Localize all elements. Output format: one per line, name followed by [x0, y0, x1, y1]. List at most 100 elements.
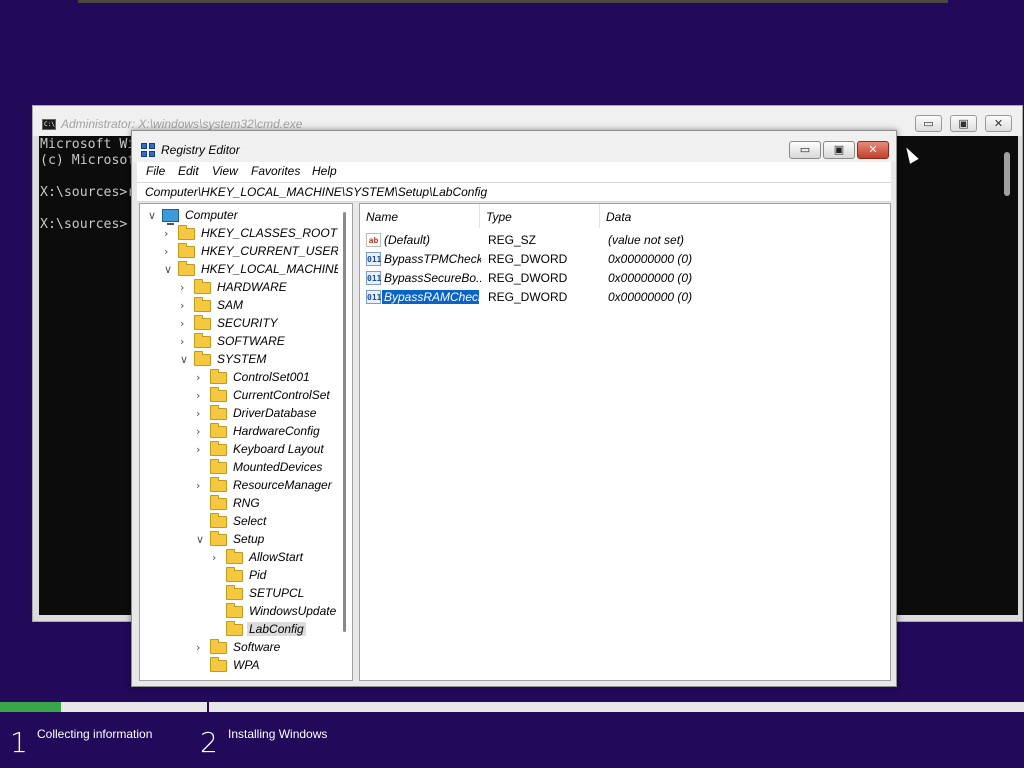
tree-node-label: CurrentControlSet: [233, 388, 330, 402]
menu-favorites[interactable]: Favorites: [251, 164, 300, 178]
registry-editor-window[interactable]: Registry Editor ▭ ▣ ✕ File Edit View Fav…: [131, 130, 897, 687]
setup-progress-fill: [0, 702, 62, 712]
tree-node[interactable]: ∨ SYSTEM: [180, 351, 352, 369]
chevron-right-icon[interactable]: ›: [164, 245, 174, 259]
chevron-right-icon[interactable]: ›: [180, 317, 190, 331]
tree-scrollbar-thumb[interactable]: [343, 212, 346, 632]
tree-node[interactable]: › HKEY_CLASSES_ROOT: [164, 225, 352, 243]
tree-node[interactable]: › ResourceManager: [196, 477, 352, 495]
chevron-right-icon[interactable]: ›: [196, 389, 206, 403]
chevron-right-icon[interactable]: [196, 497, 206, 511]
chevron-right-icon[interactable]: [212, 605, 222, 619]
tree-node[interactable]: ∨ Computer: [148, 207, 338, 225]
chevron-down-icon[interactable]: ∨: [196, 533, 206, 547]
chevron-right-icon[interactable]: [196, 461, 206, 475]
chevron-right-icon[interactable]: ›: [196, 371, 206, 385]
address-bar[interactable]: Computer\HKEY_LOCAL_MACHINE\SYSTEM\Setup…: [137, 182, 891, 202]
tree-node[interactable]: ∨ HKEY_LOCAL_MACHINE: [164, 261, 352, 279]
chevron-right-icon[interactable]: [212, 569, 222, 583]
column-header-data[interactable]: Data: [600, 204, 890, 228]
cmd-close-button[interactable]: ✕: [985, 115, 1012, 132]
chevron-right-icon[interactable]: [212, 587, 222, 601]
tree-node[interactable]: › DriverDatabase: [196, 405, 352, 423]
tree-node[interactable]: › ControlSet001: [196, 369, 352, 387]
tree-node[interactable]: › HardwareConfig: [196, 423, 352, 441]
chevron-right-icon[interactable]: ›: [196, 479, 206, 493]
menu-view[interactable]: View: [212, 164, 238, 178]
tree-node[interactable]: ∨ Setup: [196, 531, 352, 549]
folder-icon: [194, 279, 211, 294]
chevron-right-icon[interactable]: [212, 623, 222, 637]
values-list-pane[interactable]: Name Type Data ab (Default) REG_SZ (value n…: [359, 203, 891, 681]
value-row[interactable]: 011 BypassRAMCheck REG_DWORD 0x00000000 (0): [360, 288, 880, 307]
tree-node[interactable]: › HKEY_CURRENT_USER: [164, 243, 352, 261]
value-data: 0x00000000 (0): [608, 271, 693, 285]
cmd-scrollbar[interactable]: [998, 136, 1018, 615]
chevron-down-icon[interactable]: ∨: [180, 353, 190, 367]
chevron-right-icon[interactable]: ›: [196, 443, 206, 457]
tree-node[interactable]: › SAM: [180, 297, 352, 315]
tree-node[interactable]: WPA: [196, 657, 352, 675]
tree-node-label: SECURITY: [217, 316, 278, 330]
chevron-down-icon[interactable]: ∨: [148, 209, 158, 223]
chevron-down-icon[interactable]: ∨: [164, 263, 174, 277]
tree-node-label: Keyboard Layout: [233, 442, 324, 456]
tree-node[interactable]: › HARDWARE: [180, 279, 352, 297]
step-number: 2: [200, 726, 218, 759]
tree-node[interactable]: › CurrentControlSet: [196, 387, 352, 405]
regedit-minimize-button[interactable]: ▭: [789, 141, 821, 159]
column-header-name[interactable]: Name: [360, 204, 480, 228]
binary-value-icon: 011: [366, 290, 381, 304]
tree-node[interactable]: › Software: [196, 639, 352, 657]
tree-node[interactable]: WindowsUpdate: [212, 603, 352, 621]
menu-file[interactable]: File: [146, 164, 165, 178]
chevron-right-icon[interactable]: ›: [212, 551, 222, 565]
value-row[interactable]: ab (Default) REG_SZ (value not set): [360, 231, 880, 250]
tree-node-label: HKEY_LOCAL_MACHINE: [201, 262, 342, 276]
tree-node[interactable]: LabConfig: [212, 621, 352, 639]
chevron-right-icon[interactable]: ›: [164, 227, 174, 241]
chevron-right-icon[interactable]: ›: [196, 641, 206, 655]
folder-icon: [210, 423, 227, 438]
chevron-right-icon[interactable]: [196, 659, 206, 673]
cmd-minimize-button[interactable]: ▭: [915, 115, 942, 132]
value-row[interactable]: 011 BypassTPMCheck REG_DWORD 0x00000000 (0): [360, 250, 880, 269]
chevron-right-icon[interactable]: ›: [180, 299, 190, 313]
value-type: REG_DWORD: [488, 290, 568, 304]
tree-scrollbar[interactable]: [338, 204, 352, 680]
cmd-maximize-button[interactable]: ▣: [950, 115, 977, 132]
value-name: BypassSecureBo...: [384, 271, 481, 285]
tree-node-label: SYSTEM: [217, 352, 267, 366]
cmd-scrollbar-thumb[interactable]: [1004, 152, 1010, 196]
chevron-right-icon[interactable]: ›: [180, 335, 190, 349]
tree-node-label: WindowsUpdate: [249, 604, 337, 618]
tree-node[interactable]: MountedDevices: [196, 459, 352, 477]
tree-node[interactable]: › SECURITY: [180, 315, 352, 333]
tree-node[interactable]: Select: [196, 513, 352, 531]
tree-node-label: LabConfig: [247, 622, 306, 636]
chevron-right-icon[interactable]: ›: [180, 281, 190, 295]
folder-icon: [210, 405, 227, 420]
tree-node[interactable]: SETUPCL: [212, 585, 352, 603]
tree-node[interactable]: › Keyboard Layout: [196, 441, 352, 459]
progress-divider: [207, 702, 209, 712]
chevron-right-icon[interactable]: ›: [196, 407, 206, 421]
regedit-close-button[interactable]: ✕: [857, 141, 889, 159]
tree-node-label: HKEY_CLASSES_ROOT: [201, 226, 338, 240]
column-header-type[interactable]: Type: [480, 204, 600, 228]
regedit-title: Registry Editor: [161, 143, 240, 157]
regedit-titlebar[interactable]: Registry Editor ▭ ▣ ✕: [132, 131, 896, 162]
tree-node[interactable]: RNG: [196, 495, 352, 513]
menu-edit[interactable]: Edit: [178, 164, 199, 178]
tree-node[interactable]: Pid: [212, 567, 352, 585]
tree-node[interactable]: › AllowStart: [212, 549, 352, 567]
regedit-maximize-button[interactable]: ▣: [823, 141, 855, 159]
regedit-menubar: File Edit View Favorites Help: [137, 162, 891, 182]
menu-help[interactable]: Help: [312, 164, 337, 178]
chevron-right-icon[interactable]: ›: [196, 425, 206, 439]
tree-node[interactable]: › SOFTWARE: [180, 333, 352, 351]
folder-icon: [210, 657, 227, 672]
chevron-right-icon[interactable]: [196, 515, 206, 529]
value-row[interactable]: 011 BypassSecureBo... REG_DWORD 0x00000000 …: [360, 269, 880, 288]
key-tree-pane[interactable]: ∨ Computer › HKEY_CLASSES_ROOT › HKEY_CURRENT…: [139, 203, 353, 681]
